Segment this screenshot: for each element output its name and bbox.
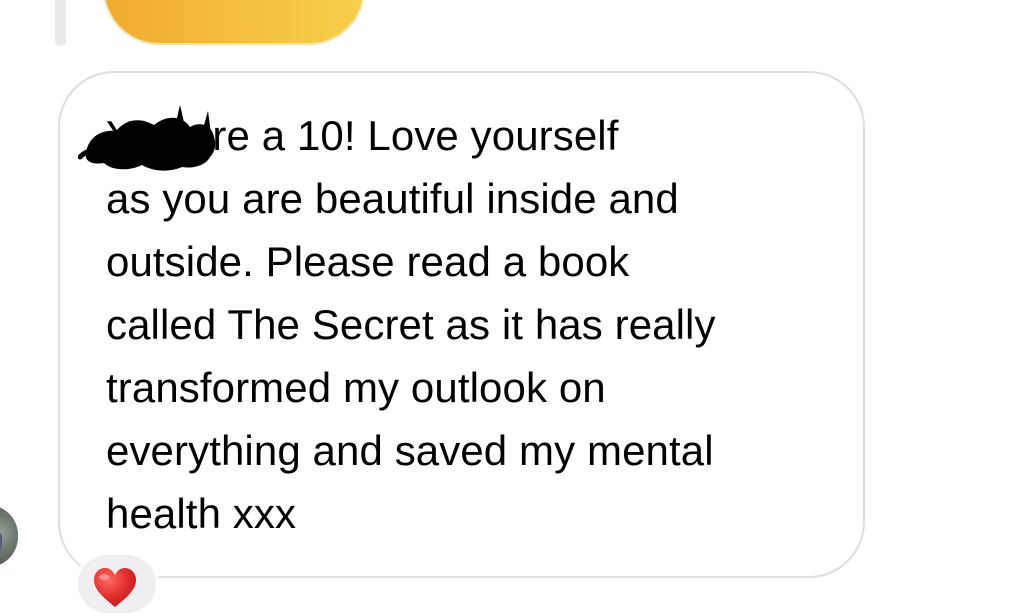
reaction-badge[interactable] (75, 552, 159, 616)
previous-message-bubble[interactable] (103, 0, 365, 45)
red-heart-icon (94, 568, 136, 607)
sender-avatar[interactable] (0, 505, 18, 567)
thread-connector-line (55, 0, 66, 46)
message-text: You are a 10! Love yourself as you are b… (106, 112, 716, 537)
message-bubble[interactable]: You are a 10! Love yourself as you are b… (58, 71, 865, 578)
